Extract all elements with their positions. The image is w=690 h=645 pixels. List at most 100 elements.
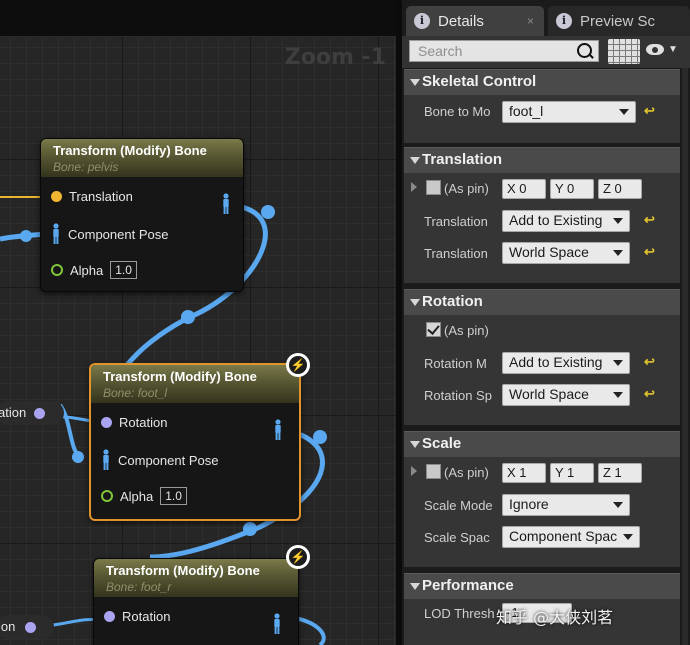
pin-row-rotation: Rotation <box>101 415 167 430</box>
pose-pin-person-icon[interactable] <box>101 449 111 471</box>
dropdown-value: Add to Existing <box>509 354 603 370</box>
partial-node-pill[interactable]: ion <box>0 615 54 639</box>
property-label: Translation <box>424 214 488 229</box>
scale-y-field[interactable]: Y 1 <box>550 463 594 483</box>
scale-z-field[interactable]: Z 1 <box>598 463 642 483</box>
pin-row-rotation: Rotation <box>104 609 170 624</box>
node-subtitle: Bone: pelvis <box>53 160 119 174</box>
search-placeholder: Search <box>418 43 463 59</box>
reset-to-default-icon[interactable]: ↩ <box>644 354 655 370</box>
pin-label: Component Pose <box>68 226 169 242</box>
rotation-space-dropdown[interactable]: World Space <box>502 384 630 406</box>
rotator-pin[interactable] <box>104 611 115 622</box>
section-skeletal-control[interactable]: Skeletal Control <box>404 69 680 95</box>
translation-y-field[interactable]: Y 0 <box>550 179 594 199</box>
partial-node-label: ation <box>0 405 27 420</box>
reset-to-default-icon[interactable]: ↩ <box>644 212 655 228</box>
property-label: Rotation Sp <box>424 388 492 403</box>
alpha-input[interactable]: 1.0 <box>160 487 187 505</box>
transform-bone-node-foot-r[interactable]: Transform (Modify) Bone Bone: foot_r Rot… <box>93 558 299 645</box>
as-pin-checkbox[interactable] <box>426 180 441 195</box>
as-pin-checkbox[interactable] <box>426 322 441 337</box>
pin-label: Alpha <box>120 488 154 504</box>
pin-label: Translation <box>69 189 133 204</box>
search-input[interactable]: Search <box>409 40 599 62</box>
node-subtitle: Bone: foot_l <box>103 386 168 400</box>
dropdown-value: World Space <box>509 244 589 260</box>
property-label: Bone to Mo <box>424 104 491 119</box>
float-pin[interactable] <box>51 264 63 276</box>
reroute-knot <box>261 205 275 219</box>
node-title: Transform (Modify) Bone <box>53 143 207 158</box>
section-title: Translation <box>422 151 503 168</box>
section-body: (As pin) X 1 Y 1 Z 1 Scale Mode Ignore S… <box>404 457 680 567</box>
transform-bone-node-foot-l[interactable]: Transform (Modify) Bone Bone: foot_l Rot… <box>89 363 301 521</box>
details-toolbar: Search ▼ <box>402 36 690 68</box>
chevron-down-icon <box>619 109 629 115</box>
info-icon: i <box>414 13 430 29</box>
reset-to-default-icon[interactable]: ↩ <box>644 244 655 260</box>
watermark-text: 知乎 @大侠刘茗 <box>496 608 614 627</box>
pin-row-alpha: Alpha 1.0 <box>101 487 187 505</box>
section-title: Performance <box>422 577 514 594</box>
translation-x-field[interactable]: X 0 <box>502 179 546 199</box>
rotator-pin[interactable] <box>24 622 36 634</box>
as-pin-label: (As pin) <box>444 465 489 480</box>
rotator-pin[interactable] <box>33 408 45 420</box>
expand-arrow-icon[interactable] <box>411 466 417 476</box>
pin-row-component-pose: Component Pose <box>101 449 218 471</box>
scale-mode-dropdown[interactable]: Ignore <box>502 494 630 516</box>
section-scale[interactable]: Scale <box>404 431 680 457</box>
pose-output-person-icon[interactable] <box>221 193 231 215</box>
vector-pin[interactable] <box>51 191 62 202</box>
as-pin-checkbox[interactable] <box>426 464 441 479</box>
details-scrollbar[interactable] <box>682 68 688 645</box>
translation-space-dropdown[interactable]: World Space <box>502 242 630 264</box>
fast-path-lightning-icon: ⚡ <box>286 545 310 569</box>
section-performance[interactable]: Performance <box>404 573 680 599</box>
translation-z-field[interactable]: Z 0 <box>598 179 642 199</box>
section-body: Bone to Mo foot_l ↩ <box>404 95 680 143</box>
pose-output-person-icon[interactable] <box>272 613 282 635</box>
dropdown-value: Add to Existing <box>509 212 603 228</box>
eye-icon[interactable] <box>646 44 664 55</box>
float-pin[interactable] <box>101 490 113 502</box>
graph-wires <box>0 196 327 645</box>
pin-row-alpha: Alpha 1.0 <box>51 261 137 279</box>
pose-output-person-icon[interactable] <box>273 419 283 441</box>
reroute-knot <box>181 310 195 324</box>
reroute-knot <box>20 230 32 242</box>
section-rotation[interactable]: Rotation <box>404 289 680 315</box>
partial-node-pill[interactable]: ation <box>0 401 64 425</box>
expand-arrow-icon[interactable] <box>411 182 417 192</box>
rotation-mode-dropdown[interactable]: Add to Existing <box>502 352 630 374</box>
tab-label: Preview Sc <box>580 12 656 30</box>
pose-pin-person-icon[interactable] <box>51 223 61 245</box>
reset-to-default-icon[interactable]: ↩ <box>644 386 655 402</box>
dropdown-value: Ignore <box>509 496 549 512</box>
chevron-down-icon <box>623 534 633 540</box>
close-icon[interactable]: × <box>527 14 534 28</box>
pin-label: Alpha <box>70 262 104 278</box>
tab-preview-scene[interactable]: i Preview Sc <box>548 6 690 36</box>
section-translation[interactable]: Translation <box>404 147 680 173</box>
as-pin-label: (As pin) <box>444 181 489 196</box>
rotator-pin[interactable] <box>101 417 112 428</box>
chevron-down-icon <box>613 218 623 224</box>
bone-dropdown[interactable]: foot_l <box>502 101 636 123</box>
chevron-down-icon[interactable]: ▼ <box>668 44 678 55</box>
property-matrix-button[interactable] <box>608 39 640 64</box>
pin-label: Rotation <box>122 609 171 624</box>
section-body: (As pin) X 0 Y 0 Z 0 Translation Add to … <box>404 173 680 283</box>
node-title: Transform (Modify) Bone <box>106 563 260 578</box>
anim-graph-canvas[interactable]: Zoom -1 ation ion Transform (Modify) Bon… <box>0 37 396 645</box>
scale-space-dropdown[interactable]: Component Spac <box>502 526 640 548</box>
scale-x-field[interactable]: X 1 <box>502 463 546 483</box>
partial-node-label: ion <box>0 619 16 634</box>
transform-bone-node-pelvis[interactable]: Transform (Modify) Bone Bone: pelvis Tra… <box>40 138 244 292</box>
reset-to-default-icon[interactable]: ↩ <box>644 103 655 119</box>
alpha-input[interactable]: 1.0 <box>110 261 137 279</box>
translation-mode-dropdown[interactable]: Add to Existing <box>502 210 630 232</box>
tab-details[interactable]: i Details × <box>406 6 544 36</box>
graph-top-strip <box>0 0 402 37</box>
